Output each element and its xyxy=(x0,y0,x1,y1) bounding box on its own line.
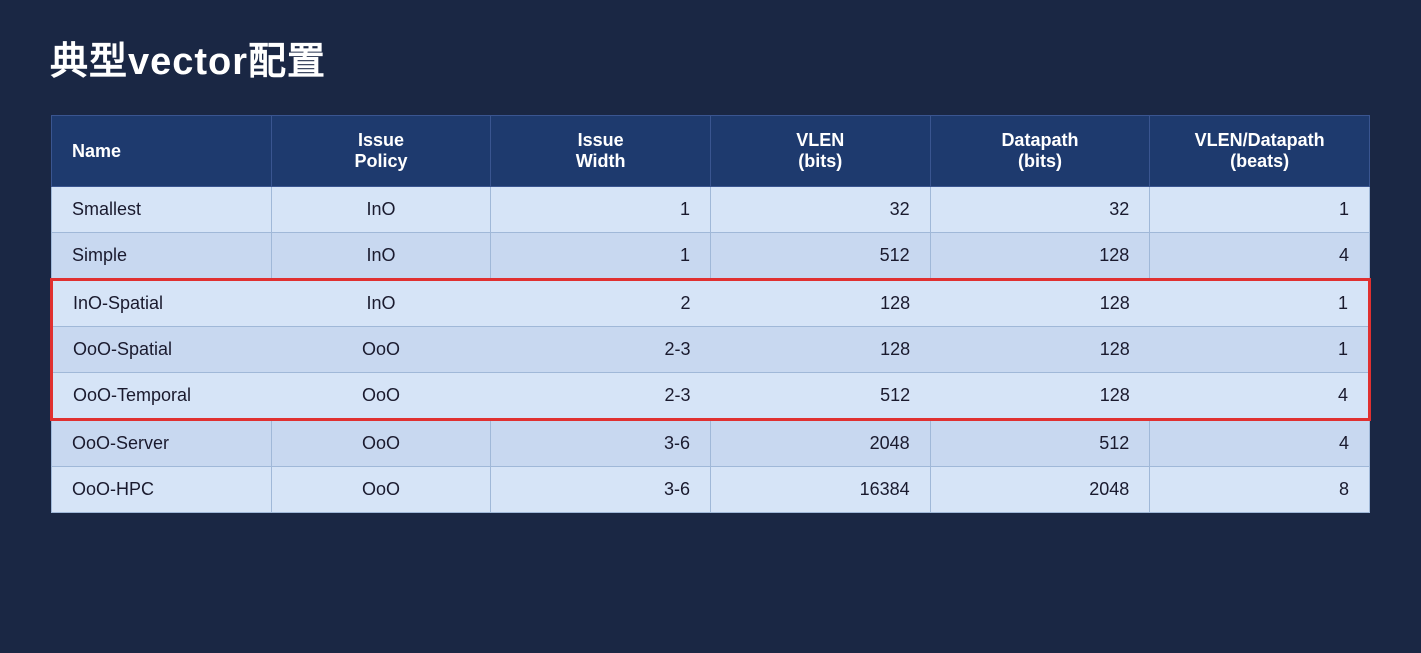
cell-vlen: 512 xyxy=(710,233,930,280)
cell-vlen: 512 xyxy=(710,373,930,420)
col-header-vlen-datapath: VLEN/Datapath(beats) xyxy=(1150,116,1370,187)
cell-vlen_datapath: 4 xyxy=(1150,233,1370,280)
cell-datapath: 32 xyxy=(930,187,1150,233)
cell-name: OoO-Spatial xyxy=(52,327,272,373)
cell-vlen: 32 xyxy=(710,187,930,233)
cell-name: OoO-Temporal xyxy=(52,373,272,420)
cell-vlen_datapath: 1 xyxy=(1150,327,1370,373)
cell-vlen: 2048 xyxy=(710,420,930,467)
cell-vlen: 16384 xyxy=(710,467,930,513)
table-row: OoO-TemporalOoO2-35121284 xyxy=(52,373,1370,420)
cell-issue_policy: OoO xyxy=(271,420,491,467)
cell-datapath: 2048 xyxy=(930,467,1150,513)
table-row: SmallestInO132321 xyxy=(52,187,1370,233)
table-header-row: Name IssuePolicy IssueWidth VLEN(bits) D… xyxy=(52,116,1370,187)
cell-datapath: 128 xyxy=(930,373,1150,420)
cell-datapath: 512 xyxy=(930,420,1150,467)
cell-issue_policy: InO xyxy=(271,280,491,327)
table-container: Name IssuePolicy IssueWidth VLEN(bits) D… xyxy=(50,115,1371,623)
cell-vlen: 128 xyxy=(710,280,930,327)
table-row: OoO-ServerOoO3-620485124 xyxy=(52,420,1370,467)
cell-issue_width: 2-3 xyxy=(491,327,711,373)
cell-datapath: 128 xyxy=(930,327,1150,373)
cell-issue_width: 1 xyxy=(491,187,711,233)
cell-issue_policy: OoO xyxy=(271,327,491,373)
cell-name: InO-Spatial xyxy=(52,280,272,327)
col-header-issue-width: IssueWidth xyxy=(491,116,711,187)
cell-issue_policy: OoO xyxy=(271,373,491,420)
cell-name: Smallest xyxy=(52,187,272,233)
table-row: OoO-HPCOoO3-61638420488 xyxy=(52,467,1370,513)
cell-issue_policy: OoO xyxy=(271,467,491,513)
cell-vlen_datapath: 8 xyxy=(1150,467,1370,513)
cell-vlen_datapath: 4 xyxy=(1150,420,1370,467)
cell-datapath: 128 xyxy=(930,280,1150,327)
col-header-issue-policy: IssuePolicy xyxy=(271,116,491,187)
col-header-vlen: VLEN(bits) xyxy=(710,116,930,187)
cell-issue_policy: InO xyxy=(271,187,491,233)
cell-vlen_datapath: 1 xyxy=(1150,280,1370,327)
table-row: InO-SpatialInO21281281 xyxy=(52,280,1370,327)
cell-issue_width: 2 xyxy=(491,280,711,327)
cell-name: OoO-HPC xyxy=(52,467,272,513)
data-table: Name IssuePolicy IssueWidth VLEN(bits) D… xyxy=(50,115,1371,513)
cell-vlen_datapath: 4 xyxy=(1150,373,1370,420)
cell-issue_width: 3-6 xyxy=(491,420,711,467)
page-title: 典型vector配置 xyxy=(50,30,1371,85)
table-row: OoO-SpatialOoO2-31281281 xyxy=(52,327,1370,373)
cell-name: OoO-Server xyxy=(52,420,272,467)
table-row: SimpleInO15121284 xyxy=(52,233,1370,280)
cell-datapath: 128 xyxy=(930,233,1150,280)
cell-issue_width: 3-6 xyxy=(491,467,711,513)
col-header-name: Name xyxy=(52,116,272,187)
cell-name: Simple xyxy=(52,233,272,280)
cell-vlen: 128 xyxy=(710,327,930,373)
cell-issue_width: 1 xyxy=(491,233,711,280)
cell-issue_width: 2-3 xyxy=(491,373,711,420)
cell-vlen_datapath: 1 xyxy=(1150,187,1370,233)
cell-issue_policy: InO xyxy=(271,233,491,280)
col-header-datapath: Datapath(bits) xyxy=(930,116,1150,187)
